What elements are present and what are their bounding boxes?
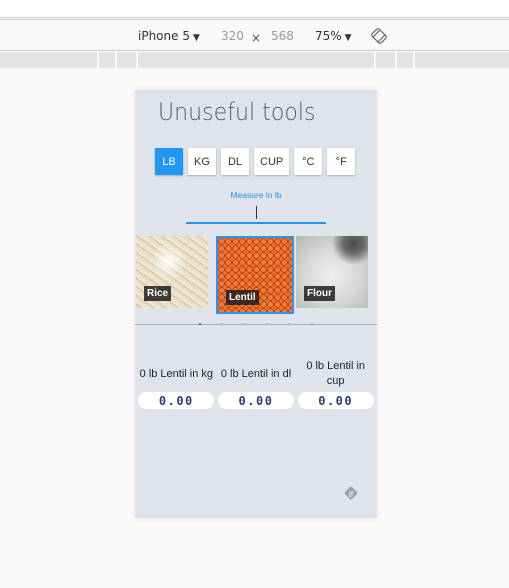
carousel-dot[interactable] bbox=[311, 323, 313, 325]
result-cup: 0 lb Lentil in cup bbox=[297, 358, 374, 409]
feedly-icon[interactable] bbox=[343, 485, 359, 501]
result-label: 0 lb Lentil in dl bbox=[220, 367, 292, 380]
chevron-down-icon: ▼ bbox=[344, 33, 352, 43]
food-option-flour[interactable]: Flour bbox=[296, 236, 368, 308]
device-select[interactable]: iPhone 5 ▼ bbox=[138, 29, 200, 45]
result-label: 0 lb Lentil in cup bbox=[306, 360, 366, 387]
unit-button-lb[interactable]: LB bbox=[155, 148, 183, 175]
result-label: 0 lb Lentil in kg bbox=[139, 367, 214, 380]
text-cursor bbox=[256, 206, 257, 219]
ruler-tick bbox=[413, 52, 415, 68]
unit-button-fahrenheit[interactable]: °F bbox=[327, 148, 356, 175]
food-option-rice[interactable]: Rice bbox=[136, 236, 208, 308]
zoom-select[interactable]: 75% ▼ bbox=[315, 29, 352, 45]
device-toolbar: iPhone 5 ▼ 320 × 568 75% ▼ bbox=[0, 19, 509, 51]
ruler-tick bbox=[115, 52, 117, 68]
times-icon: × bbox=[251, 31, 262, 45]
carousel-dot[interactable] bbox=[221, 323, 223, 325]
carousel-dot[interactable] bbox=[266, 323, 268, 325]
width-field[interactable]: 320 bbox=[221, 29, 244, 43]
app-title: Unuseful tools bbox=[158, 98, 316, 126]
ruler-tick bbox=[136, 52, 138, 68]
food-label: Lentil bbox=[226, 290, 259, 305]
food-label: Flour bbox=[304, 286, 335, 301]
ruler-tick bbox=[395, 52, 397, 68]
rotate-icon[interactable] bbox=[371, 28, 387, 44]
unit-button-celsius[interactable]: °C bbox=[294, 148, 323, 175]
conversion-results: 0 lb Lentil in kg 0 lb Lentil in dl 0 lb… bbox=[138, 358, 374, 409]
unit-button-dl[interactable]: DL bbox=[221, 148, 249, 175]
food-label: Rice bbox=[144, 286, 172, 301]
result-value[interactable] bbox=[138, 392, 215, 409]
ruler-tick bbox=[374, 52, 376, 68]
result-dl: 0 lb Lentil in dl bbox=[218, 358, 295, 409]
measure-label: Measure in lb bbox=[230, 190, 282, 200]
zoom-value: 75% bbox=[315, 29, 342, 43]
unit-selector: LB KG DL CUP °C °F bbox=[155, 148, 356, 175]
carousel-dot[interactable] bbox=[199, 323, 201, 325]
unit-button-kg[interactable]: KG bbox=[188, 148, 216, 175]
device-name: iPhone 5 bbox=[138, 29, 190, 43]
carousel-dot[interactable] bbox=[243, 323, 245, 325]
carousel-scrollbar[interactable] bbox=[135, 324, 377, 325]
result-value[interactable] bbox=[297, 392, 374, 409]
phone-viewport: Unuseful tools LB KG DL CUP °C °F Measur… bbox=[135, 90, 377, 518]
unit-button-cup[interactable]: CUP bbox=[254, 148, 290, 175]
food-option-lentil[interactable]: Lentil bbox=[216, 236, 294, 314]
browser-top-strip bbox=[0, 0, 509, 18]
result-kg: 0 lb Lentil in kg bbox=[138, 358, 215, 409]
height-field[interactable]: 568 bbox=[271, 29, 294, 43]
media-query-ruler[interactable] bbox=[0, 52, 509, 68]
chevron-down-icon: ▼ bbox=[192, 33, 200, 43]
result-value[interactable] bbox=[218, 392, 294, 409]
carousel-dot[interactable] bbox=[288, 323, 290, 325]
ruler-tick bbox=[97, 52, 99, 68]
